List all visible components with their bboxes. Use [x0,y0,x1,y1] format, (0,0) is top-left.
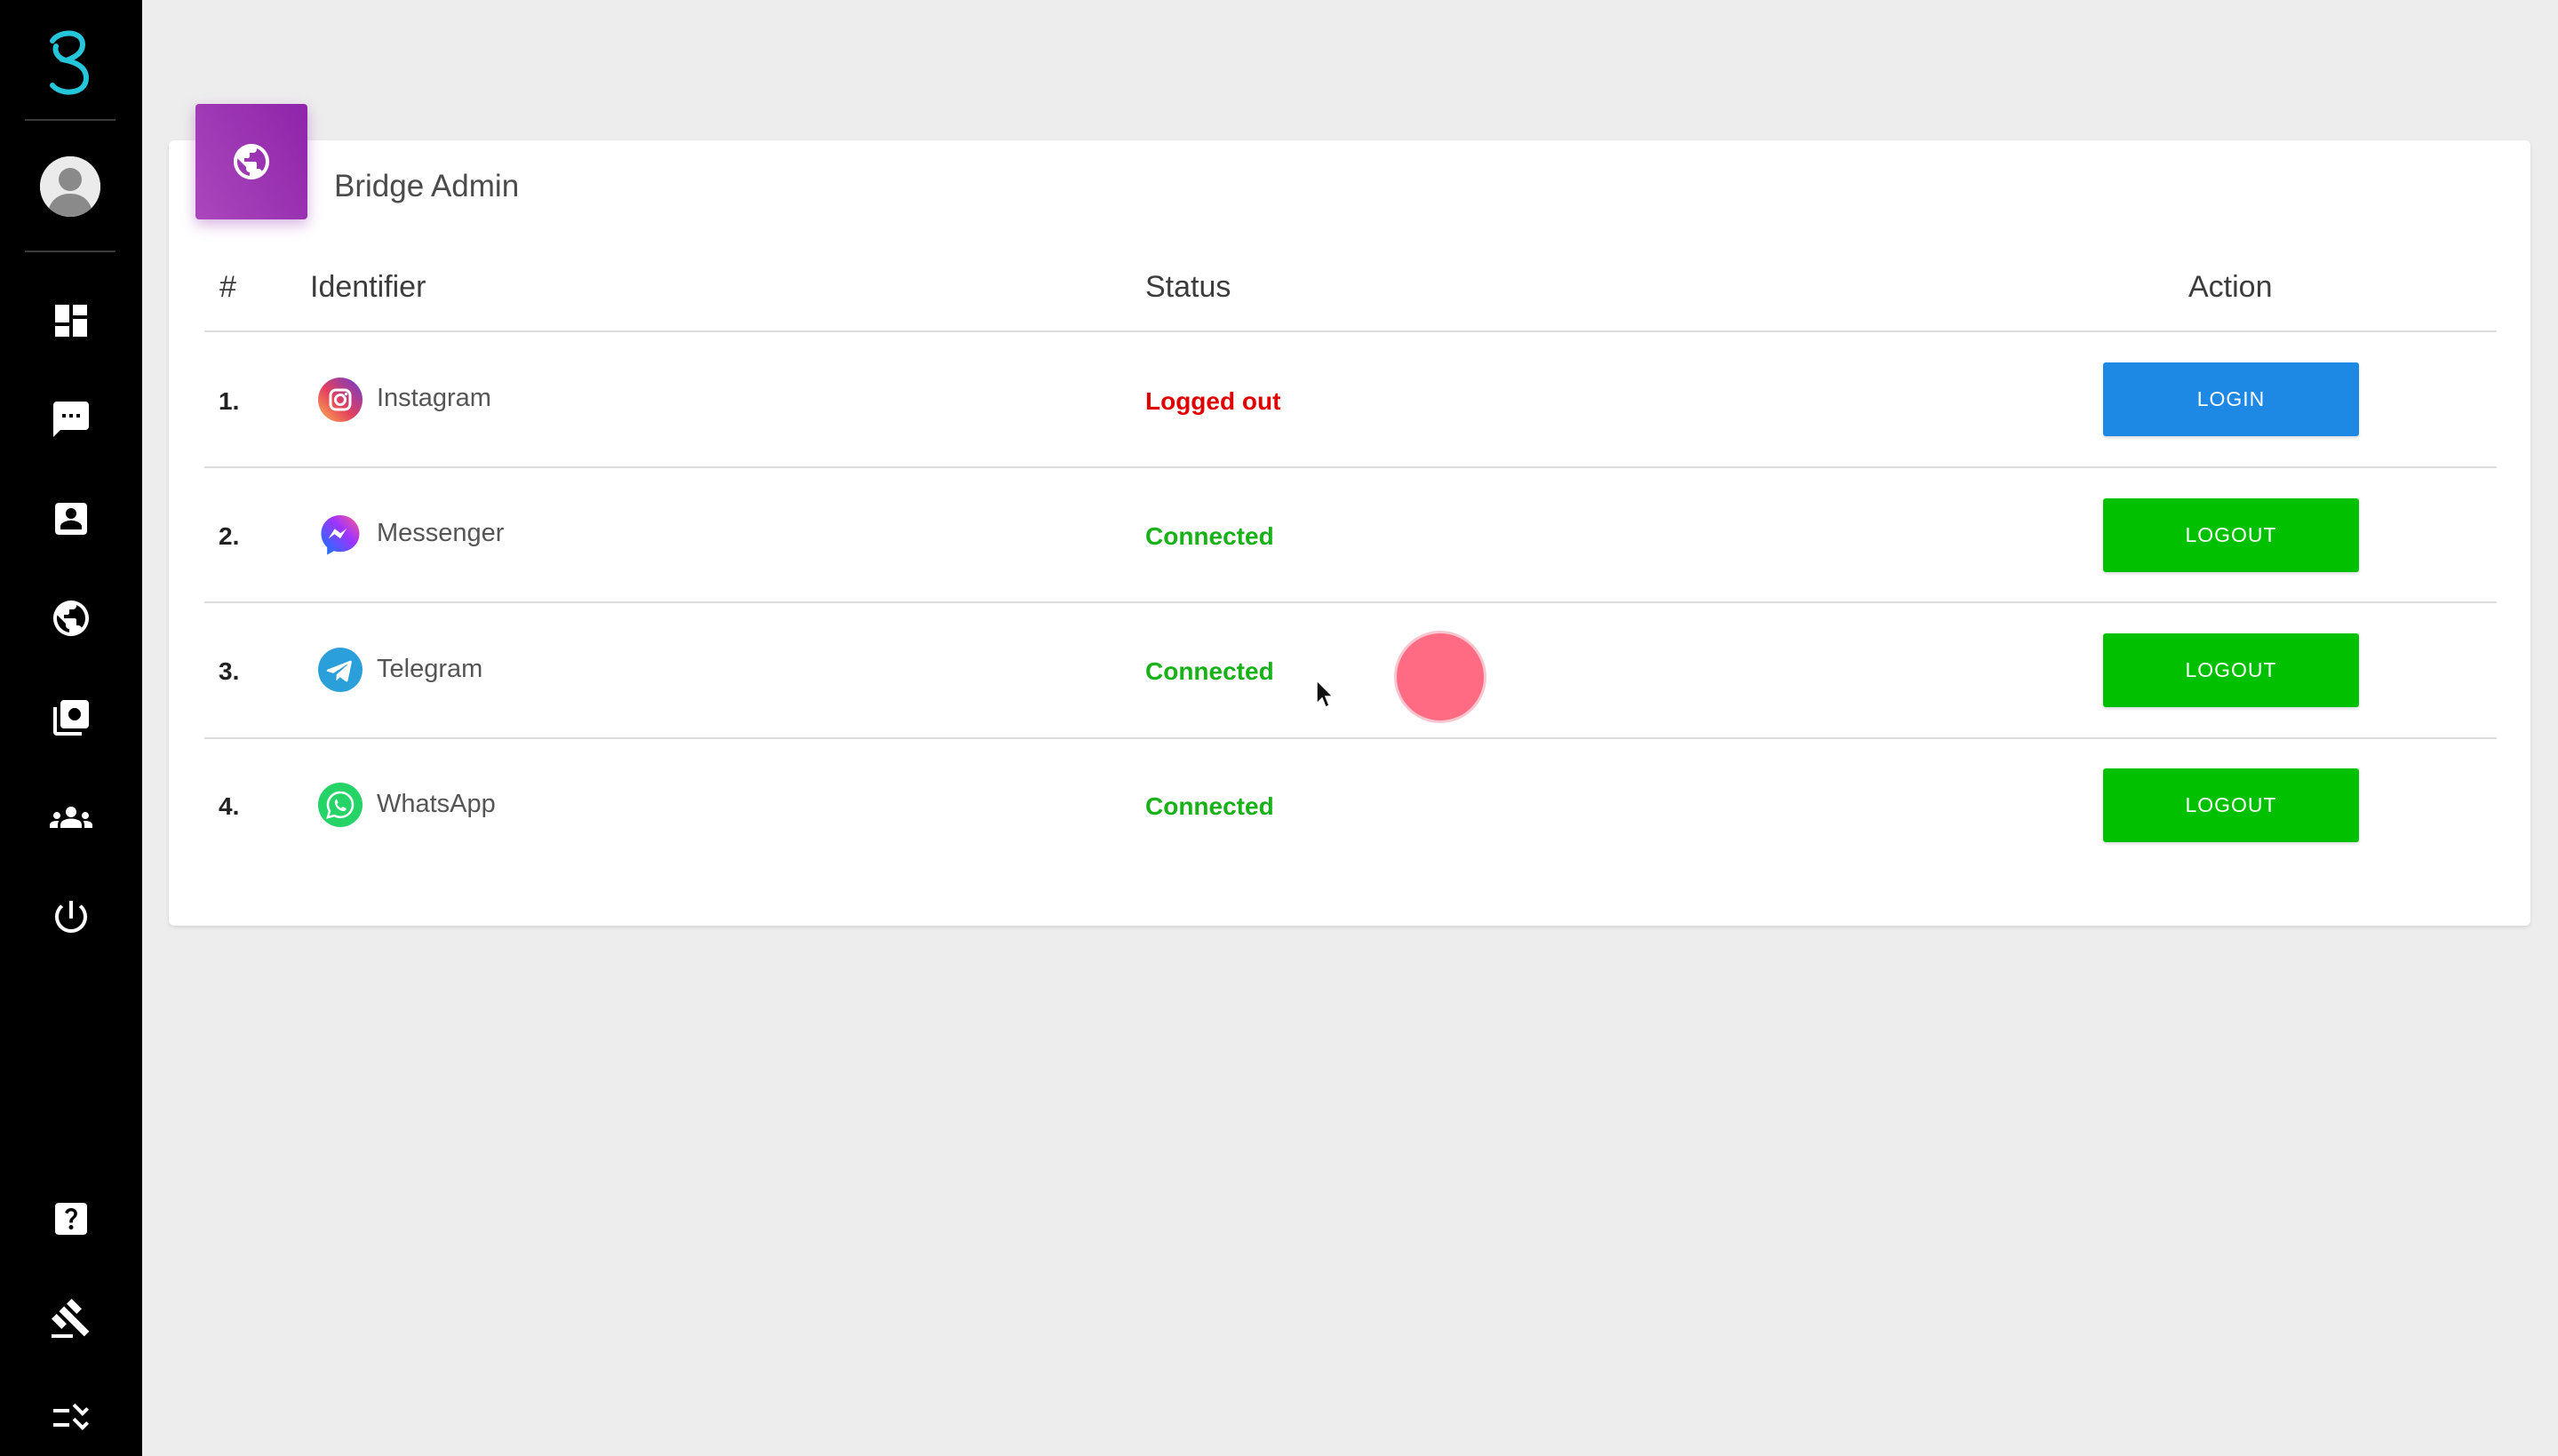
globe-icon [234,144,269,179]
telegram-icon [318,648,363,692]
table-header-divider [204,330,2497,332]
row-number: 2. [219,522,240,550]
sidebar [0,0,142,1456]
row-divider [204,466,2497,468]
identifier-name: Instagram [377,384,491,412]
whatsapp-icon [318,783,363,827]
column-header-status: Status [1145,270,1231,304]
card-title: Bridge Admin [334,169,520,203]
status-text: Connected [1145,792,1274,820]
identifier-name: WhatsApp [377,790,496,818]
status-text: Connected [1145,657,1274,685]
messenger-icon [318,513,363,557]
dashboard-icon[interactable] [50,299,92,342]
sidebar-divider [25,119,116,121]
identifier-name: Messenger [377,519,505,547]
column-header-identifier: Identifier [310,270,426,304]
row-divider [204,737,2497,739]
user-avatar[interactable] [40,156,100,217]
help-icon[interactable] [50,1197,92,1240]
globe-icon[interactable] [50,597,92,640]
power-icon[interactable] [50,895,92,938]
logout-button[interactable]: LOGOUT [2103,768,2359,842]
checklist-icon[interactable] [50,1396,92,1439]
chat-icon[interactable] [50,398,92,441]
beeper-logo-icon[interactable] [44,27,99,98]
logout-button[interactable]: LOGOUT [2103,633,2359,707]
identifier-name: Telegram [377,655,483,683]
row-number: 4. [219,792,240,820]
groups-icon[interactable] [50,796,92,839]
login-button[interactable]: LOGIN [2103,362,2359,436]
status-text: Logged out [1145,387,1281,415]
mouse-pointer-icon [1315,679,1336,711]
contacts-icon[interactable] [50,497,92,540]
media-icon[interactable] [50,696,92,739]
sidebar-divider [25,251,116,252]
touch-indicator [1394,631,1486,723]
row-divider [204,601,2497,603]
gavel-icon[interactable] [50,1297,92,1340]
column-header-action: Action [2188,270,2273,304]
status-text: Connected [1145,522,1274,550]
card-header-badge [195,104,307,219]
instagram-icon [318,378,363,422]
logout-button[interactable]: LOGOUT [2103,498,2359,572]
column-header-number: # [219,270,236,304]
row-number: 3. [219,657,240,685]
row-number: 1. [219,387,240,415]
